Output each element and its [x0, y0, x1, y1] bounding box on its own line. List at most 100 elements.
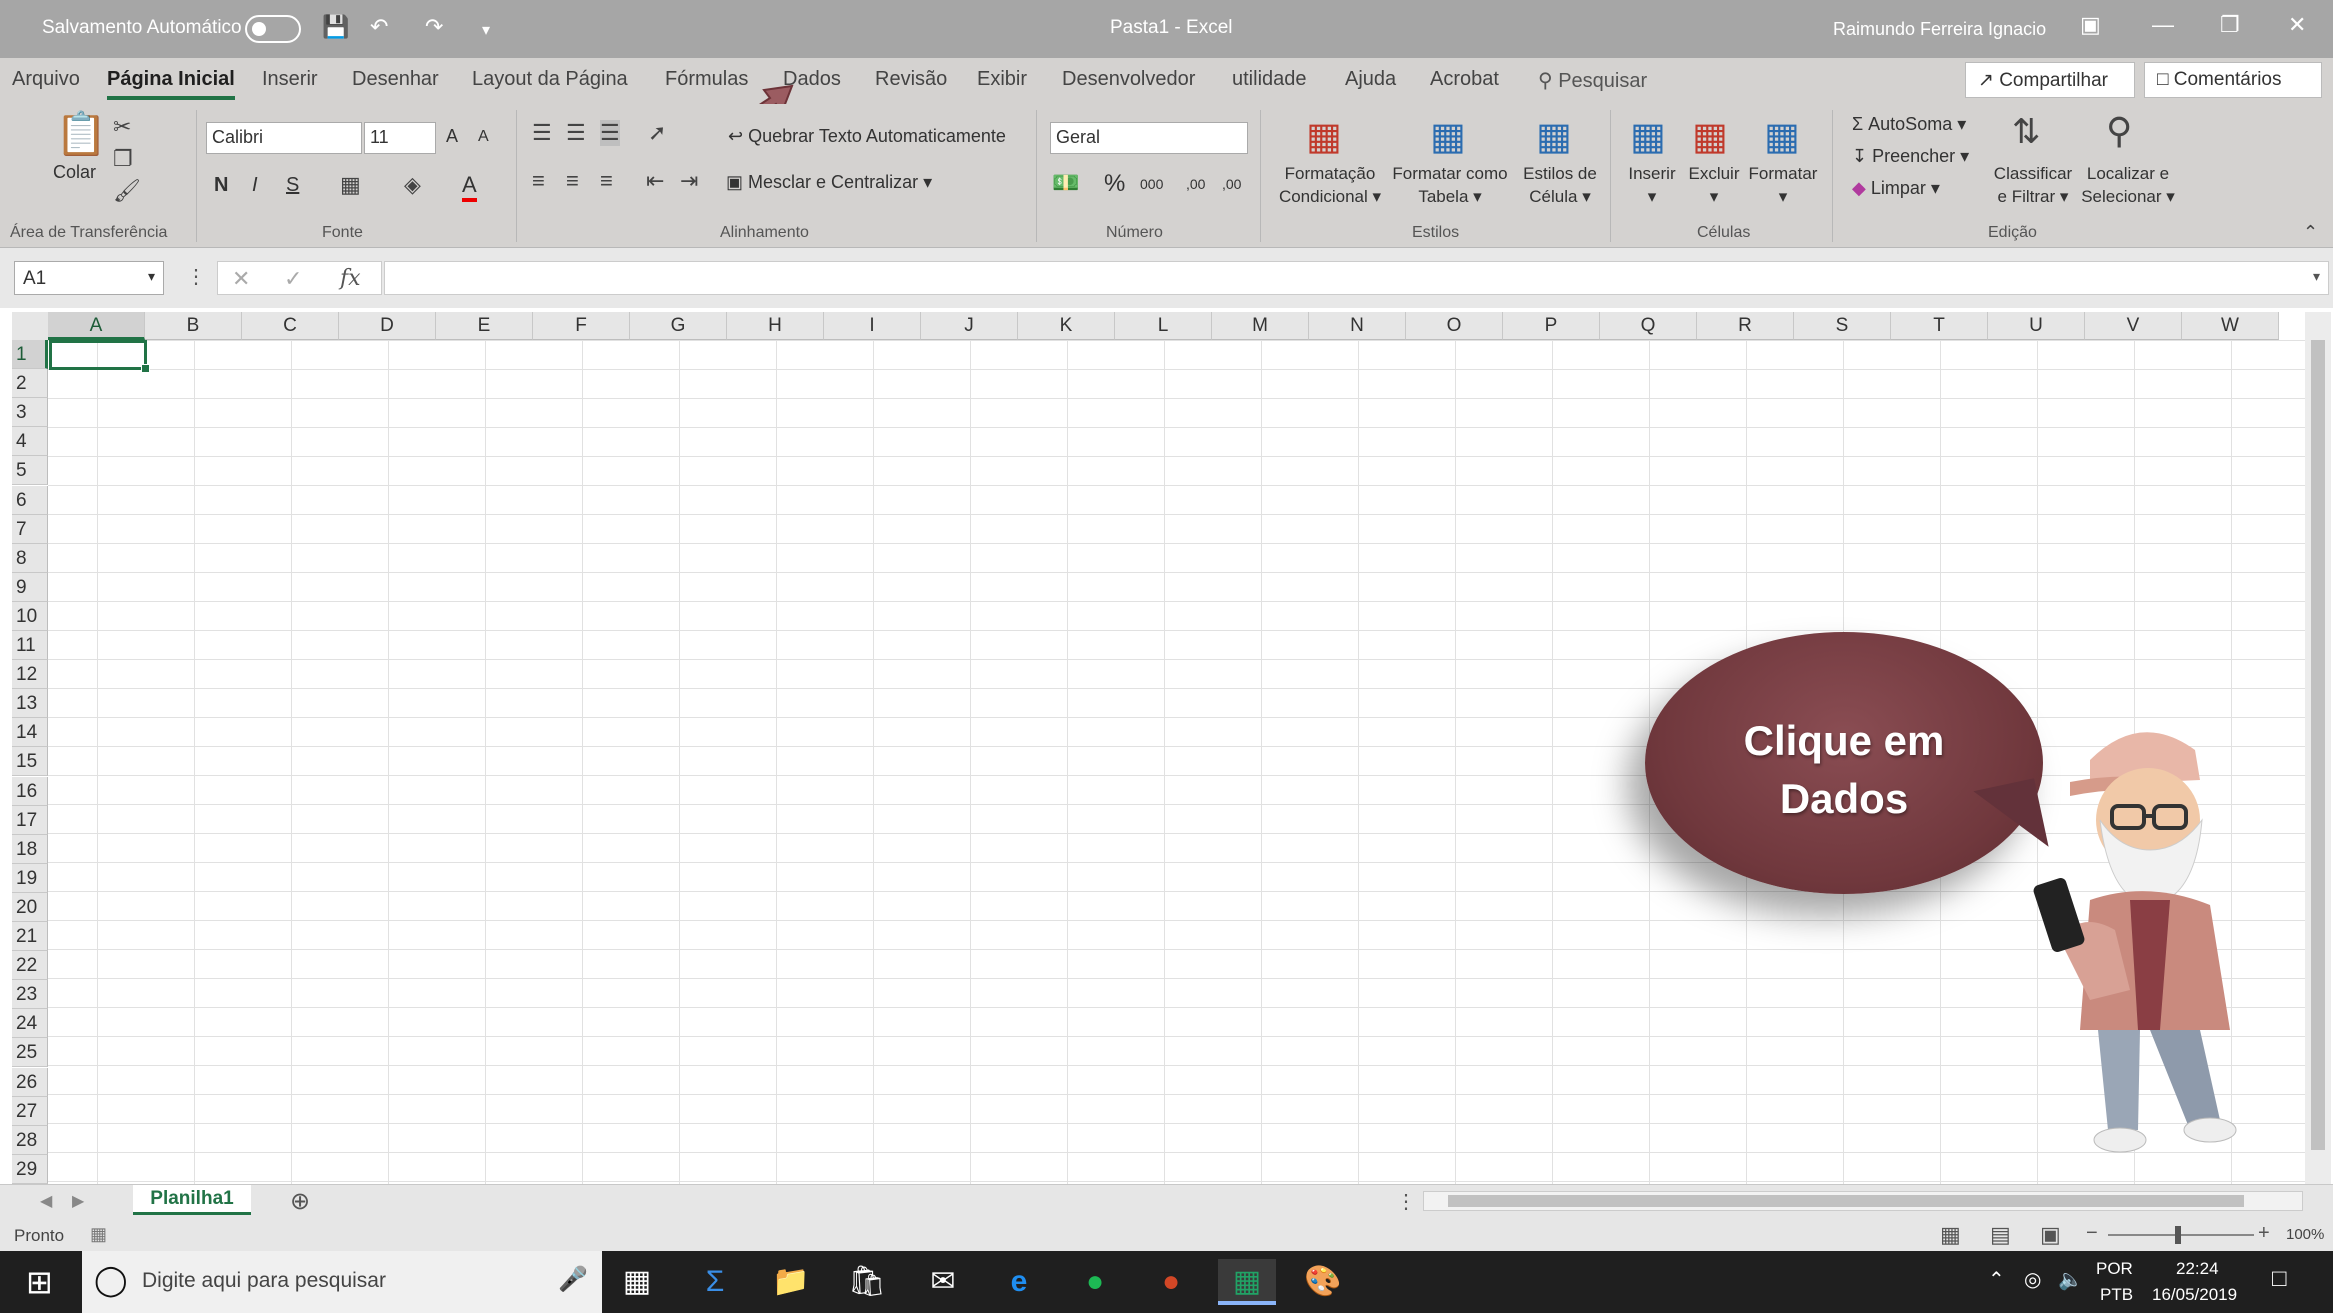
sort-filter-button[interactable]: Classificar e Filtrar ▾ — [1988, 162, 2078, 208]
column-header-g[interactable]: G — [630, 312, 727, 340]
customize-qat-icon[interactable]: ▾ — [482, 20, 490, 40]
row-header-6[interactable]: 6 — [12, 485, 48, 515]
increase-indent-icon[interactable]: ⇥ — [680, 168, 698, 194]
zoom-out-icon[interactable]: − — [2086, 1222, 2098, 1245]
row-header-29[interactable]: 29 — [12, 1154, 48, 1184]
column-header-n[interactable]: N — [1309, 312, 1406, 340]
row-header-25[interactable]: 25 — [12, 1038, 48, 1068]
row-header-17[interactable]: 17 — [12, 805, 48, 835]
volume-icon[interactable]: 🔈 — [2058, 1267, 2083, 1292]
find-select-icon[interactable]: ⚲ — [2106, 110, 2132, 152]
sort-filter-icon[interactable]: ⇅ — [2012, 112, 2041, 152]
row-header-19[interactable]: 19 — [12, 863, 48, 893]
cell-styles-button[interactable]: Estilos de Célula ▾ — [1510, 162, 1610, 208]
zoom-slider[interactable] — [2108, 1234, 2254, 1236]
formula-input[interactable]: ▾ — [384, 261, 2329, 295]
column-header-p[interactable]: P — [1503, 312, 1600, 340]
sheet-tab-planilha1[interactable]: Planilha1 — [133, 1185, 251, 1215]
enter-icon[interactable]: ✓ — [284, 266, 302, 292]
zoom-level[interactable]: 100% — [2286, 1226, 2324, 1243]
tab-acrobat[interactable]: Acrobat — [1430, 68, 1499, 91]
increase-decimal-button[interactable]: ,00 — [1186, 176, 1205, 192]
task-view-icon[interactable]: ▦ — [608, 1259, 666, 1305]
row-header-26[interactable]: 26 — [12, 1067, 48, 1097]
italic-button[interactable]: I — [252, 174, 258, 197]
save-icon[interactable]: 💾 — [322, 14, 349, 40]
merge-center-button[interactable]: ▣ Mesclar e Centralizar ▾ — [726, 172, 932, 193]
align-left-icon[interactable]: ≡ — [532, 168, 545, 194]
row-header-23[interactable]: 23 — [12, 980, 48, 1010]
font-color-button[interactable]: A — [462, 172, 477, 202]
column-header-w[interactable]: W — [2182, 312, 2279, 340]
thousands-button[interactable]: 000 — [1140, 176, 1163, 192]
vertical-scrollbar[interactable] — [2305, 312, 2331, 1184]
insert-function-button[interactable]: fx — [340, 266, 361, 291]
user-name[interactable]: Raimundo Ferreira Ignacio — [1833, 19, 2046, 40]
powerpoint-icon[interactable]: ● — [1142, 1259, 1200, 1305]
undo-icon[interactable]: ↶ — [370, 14, 388, 40]
fill-color-icon[interactable]: ◈ — [404, 172, 421, 198]
column-header-r[interactable]: R — [1697, 312, 1794, 340]
zoom-slider-thumb[interactable] — [2175, 1226, 2181, 1244]
cell-styles-icon[interactable]: ▦ — [1536, 114, 1572, 159]
tab-layout-da-pagina[interactable]: Layout da Página — [472, 68, 628, 91]
tab-inserir[interactable]: Inserir — [262, 68, 318, 91]
language-line2[interactable]: PTB — [2100, 1285, 2133, 1305]
paint-icon[interactable]: 🎨 — [1294, 1259, 1352, 1305]
split-handle-icon[interactable]: ⋮ — [1396, 1189, 1416, 1214]
network-icon[interactable]: ◎ — [2024, 1267, 2041, 1292]
row-header-16[interactable]: 16 — [12, 776, 48, 806]
delete-cells-icon[interactable]: ▦ — [1692, 114, 1728, 159]
share-button[interactable]: ↗ Compartilhar — [1965, 62, 2135, 98]
row-header-1[interactable]: 1 — [12, 340, 48, 370]
clear-button[interactable]: ◆ Limpar ▾ — [1852, 178, 1940, 199]
normal-view-icon[interactable]: ▦ — [1940, 1222, 1961, 1248]
tab-pagina-inicial[interactable]: Página Inicial — [107, 68, 235, 100]
row-header-27[interactable]: 27 — [12, 1096, 48, 1126]
align-middle-icon[interactable]: ☰ — [566, 120, 586, 146]
comments-button[interactable]: □ Comentários — [2144, 62, 2322, 98]
zoom-in-icon[interactable]: + — [2258, 1222, 2270, 1245]
name-box[interactable]: A1 ▾ — [14, 261, 164, 295]
row-header-14[interactable]: 14 — [12, 718, 48, 748]
tray-chevron-icon[interactable]: ⌃ — [1988, 1267, 2005, 1292]
row-header-10[interactable]: 10 — [12, 601, 48, 631]
horizontal-scrollbar[interactable] — [1423, 1191, 2303, 1211]
cut-icon[interactable]: ✂ — [113, 114, 131, 140]
ribbon-display-icon[interactable]: ▣ — [2080, 12, 2101, 38]
shrink-font-button[interactable]: A — [478, 128, 489, 146]
row-header-28[interactable]: 28 — [12, 1125, 48, 1155]
paste-icon[interactable]: 📋 — [55, 110, 107, 159]
column-header-b[interactable]: B — [145, 312, 242, 340]
row-header-5[interactable]: 5 — [12, 456, 48, 486]
autosum-button[interactable]: Σ AutoSoma ▾ — [1852, 114, 1966, 135]
conditional-formatting-button[interactable]: Formatação Condicional ▾ — [1270, 162, 1390, 208]
cancel-icon[interactable]: ✕ — [232, 266, 250, 292]
row-header-3[interactable]: 3 — [12, 398, 48, 428]
bold-button[interactable]: N — [214, 174, 228, 197]
row-header-7[interactable]: 7 — [12, 514, 48, 544]
format-cells-button[interactable]: Formatar ▾ — [1746, 162, 1820, 208]
notifications-icon[interactable]: □ — [2272, 1265, 2287, 1293]
column-header-t[interactable]: T — [1891, 312, 1988, 340]
tab-desenvolvedor[interactable]: Desenvolvedor — [1062, 68, 1195, 91]
column-header-h[interactable]: H — [727, 312, 824, 340]
borders-icon[interactable]: ▦ — [340, 172, 361, 198]
select-all-corner[interactable] — [12, 312, 48, 340]
column-header-s[interactable]: S — [1794, 312, 1891, 340]
taskbar-search[interactable]: ◯ Digite aqui para pesquisar 🎤 — [82, 1251, 602, 1313]
wrap-text-button[interactable]: ↩ Quebrar Texto Automaticamente — [728, 126, 1006, 147]
row-header-18[interactable]: 18 — [12, 834, 48, 864]
page-break-view-icon[interactable]: ▣ — [2040, 1222, 2061, 1248]
align-top-icon[interactable]: ☰ — [532, 120, 552, 146]
grow-font-button[interactable]: A — [446, 126, 458, 147]
column-header-l[interactable]: L — [1115, 312, 1212, 340]
restore-icon[interactable]: ❐ — [2220, 12, 2240, 38]
font-size-select[interactable]: 11 — [364, 122, 436, 154]
sigma-app-icon[interactable]: Σ — [686, 1259, 744, 1305]
row-header-15[interactable]: 15 — [12, 747, 48, 777]
align-bottom-icon[interactable]: ☰ — [600, 120, 620, 146]
spotify-icon[interactable]: ● — [1066, 1259, 1124, 1305]
tab-exibir[interactable]: Exibir — [977, 68, 1027, 91]
row-header-9[interactable]: 9 — [12, 572, 48, 602]
